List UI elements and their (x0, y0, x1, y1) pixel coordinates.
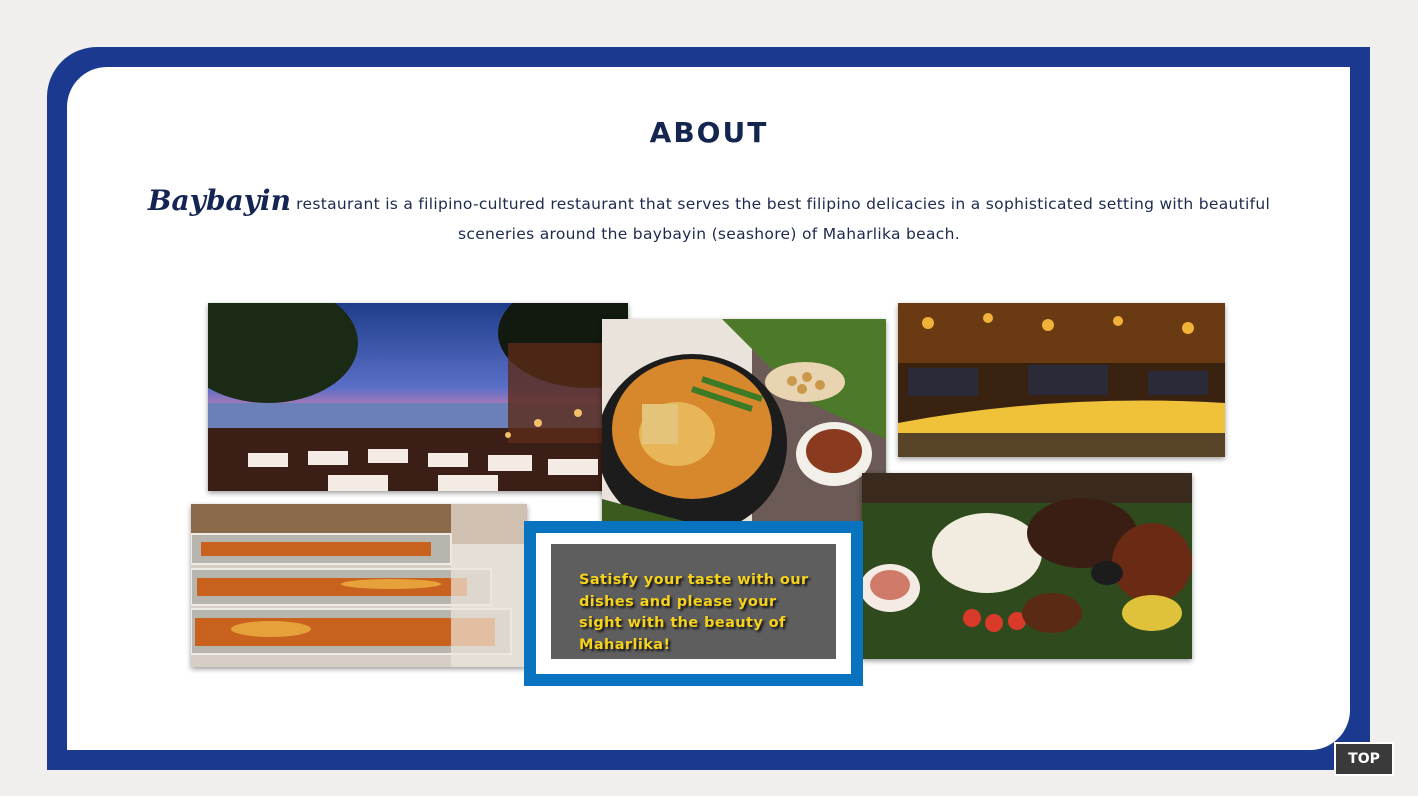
caption-text: Satisfy your taste with our dishes and p… (579, 572, 809, 653)
photo-buffet (191, 504, 527, 667)
back-to-top-button[interactable]: TOP (1334, 742, 1394, 776)
caption-callout: Satisfy your taste with our dishes and p… (524, 521, 863, 686)
brand-logo-text: Baybayin (147, 184, 291, 217)
photo-night-lounge (898, 303, 1225, 457)
photo-kare-kare (602, 319, 886, 553)
caption-callout-inner: Satisfy your taste with our dishes and p… (536, 533, 851, 674)
photo-seaside-dining (208, 303, 628, 491)
about-description: Baybayin restaurant is a filipino-cultur… (110, 186, 1308, 249)
caption-panel: Satisfy your taste with our dishes and p… (551, 544, 836, 659)
about-description-text: restaurant is a filipino-cultured restau… (290, 195, 1271, 243)
photo-boodle-feast (862, 473, 1192, 659)
section-title: ABOUT (649, 116, 769, 149)
